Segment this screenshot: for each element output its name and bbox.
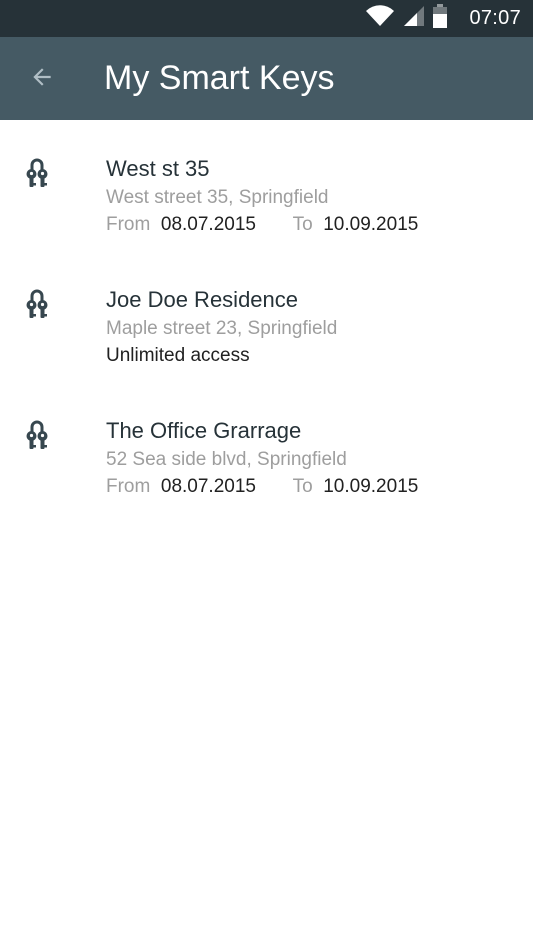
key-title: Joe Doe Residence: [106, 287, 299, 312]
to-label: To: [292, 476, 313, 497]
key-address: 52 Sea side blvd, Springfield: [106, 449, 347, 470]
page-title: My Smart Keys: [104, 59, 335, 97]
key-address: West street 35, Springfield: [106, 187, 329, 208]
from-label: From: [106, 214, 151, 235]
key-list: West st 35 West street 35, Springfield F…: [0, 120, 533, 513]
key-address: Maple street 23, Springfield: [106, 318, 338, 339]
status-bar: 07:07: [0, 0, 533, 37]
keys-icon: [24, 158, 50, 188]
key-title: West st 35: [106, 156, 210, 181]
key-item[interactable]: West st 35 West street 35, Springfield F…: [0, 120, 533, 251]
app-bar: My Smart Keys: [0, 37, 533, 120]
back-button[interactable]: [22, 59, 62, 99]
wifi-icon: [365, 5, 395, 32]
key-title: The Office Grarrage: [106, 418, 302, 443]
status-time: 07:07: [469, 7, 521, 29]
key-validity: From 08.07.2015 To 10.09.2015: [106, 214, 418, 236]
to-date: 10.09.2015: [323, 214, 419, 235]
battery-icon: [433, 4, 448, 33]
signal-icon: [403, 5, 425, 32]
key-item[interactable]: The Office Grarrage 52 Sea side blvd, Sp…: [0, 382, 533, 513]
from-date: 08.07.2015: [160, 476, 256, 497]
to-label: To: [292, 214, 313, 235]
key-validity: From 08.07.2015 To 10.09.2015: [106, 476, 418, 498]
status-icons: 07:07: [365, 0, 521, 37]
from-date: 08.07.2015: [160, 214, 256, 235]
arrow-back-icon: [29, 64, 55, 95]
key-access: Unlimited access: [106, 345, 250, 366]
keys-icon: [24, 420, 50, 450]
keys-icon: [24, 289, 50, 319]
to-date: 10.09.2015: [323, 476, 419, 497]
from-label: From: [106, 476, 151, 497]
key-item[interactable]: Joe Doe Residence Maple street 23, Sprin…: [0, 251, 533, 382]
